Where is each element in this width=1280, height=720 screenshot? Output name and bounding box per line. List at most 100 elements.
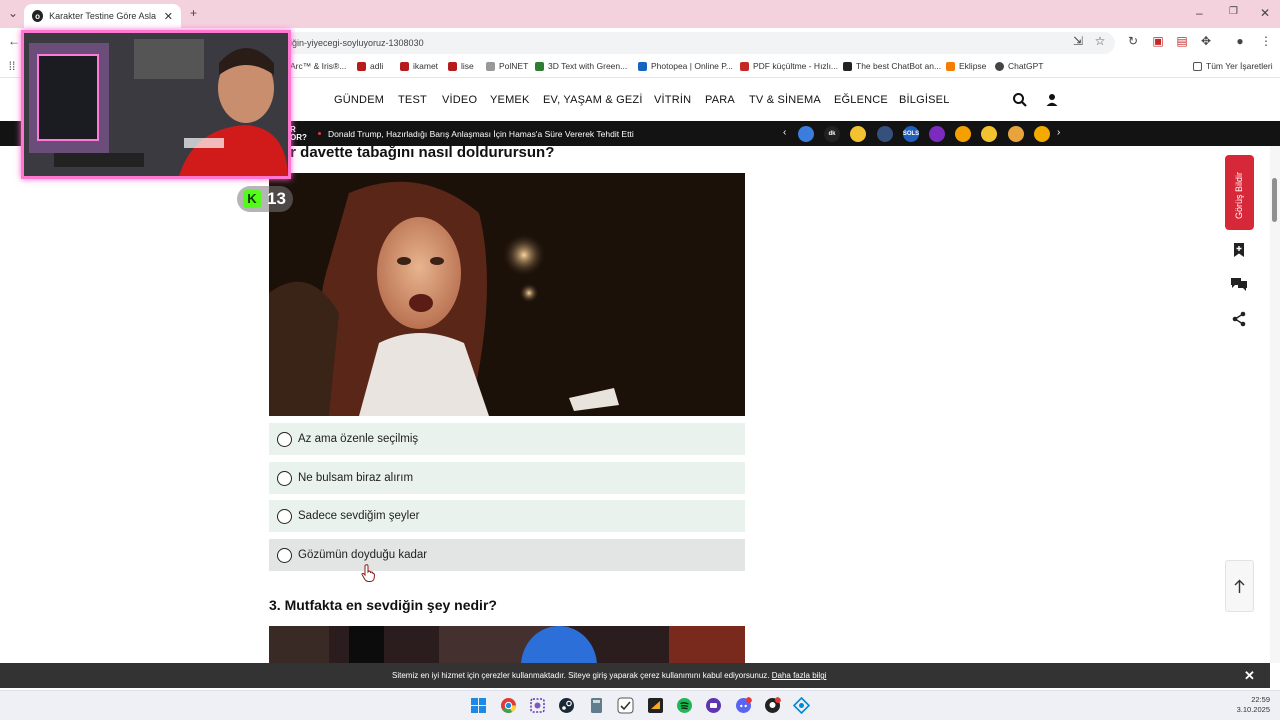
obs-icon[interactable]: [647, 697, 664, 714]
comments-icon[interactable]: [1229, 274, 1249, 294]
bookmark-add-icon[interactable]: [1229, 240, 1249, 260]
answer-option[interactable]: Gözümün doyduğu kadar: [269, 539, 745, 571]
chrome-icon[interactable]: [500, 697, 517, 714]
extensions-icon[interactable]: ✥: [1198, 34, 1214, 48]
calculator-icon[interactable]: [588, 697, 605, 714]
nav-video[interactable]: VİDEO: [442, 94, 477, 106]
windows-taskbar: 22:59 3.10.2025: [0, 690, 1280, 720]
bookmark-item[interactable]: ikamet: [400, 61, 438, 71]
bookmark-item[interactable]: adli: [357, 61, 383, 71]
back-icon[interactable]: ←: [6, 34, 22, 48]
bookmark-item[interactable]: PolNET: [486, 61, 528, 71]
site-favicon-icon: o: [32, 10, 44, 22]
streamlabs-icon[interactable]: [705, 697, 722, 714]
ticker-category-badge-icon[interactable]: [798, 126, 814, 142]
github-icon[interactable]: [764, 697, 781, 714]
nav-tv-sinema[interactable]: TV & SİNEMA: [749, 94, 821, 106]
ticker-category-badge-icon[interactable]: [981, 126, 997, 142]
question-gif-image: [269, 173, 745, 416]
nav-test[interactable]: TEST: [398, 94, 427, 106]
browser-tab-active[interactable]: o Karakter Testine Göre Asla Yiye ✕: [24, 4, 181, 28]
nav-vitrin[interactable]: VİTRİN: [654, 94, 691, 106]
question-title: 3. Mutfakta en sevdiğin şey nedir?: [269, 597, 497, 613]
bookmark-item[interactable]: The best ChatBot an...: [843, 61, 941, 71]
bookmark-item[interactable]: ChatGPT: [995, 61, 1043, 71]
ticker-category-badge-icon[interactable]: dk: [824, 126, 840, 142]
cookie-close-icon[interactable]: ✕: [1244, 668, 1255, 684]
ticker-headline[interactable]: Donald Trump, Hazırladığı Barış Anlaşmas…: [328, 129, 634, 139]
answer-option[interactable]: Az ama özenle seçilmiş: [269, 423, 745, 455]
tab-close-icon[interactable]: ✕: [164, 10, 173, 23]
apps-grid-icon[interactable]: ⁞⁞: [4, 59, 20, 73]
nav-bilgisel[interactable]: BİLGİSEL: [899, 94, 950, 106]
feedback-label: Görüş Bildir: [1234, 171, 1244, 219]
install-app-icon[interactable]: ⇲: [1070, 34, 1086, 48]
profile-icon[interactable]: ●: [1232, 34, 1248, 48]
tab-search-icon[interactable]: ⌄: [8, 6, 18, 20]
hand-cursor-icon: [361, 564, 375, 582]
viewer-count-badge: K 13: [237, 186, 293, 212]
clock-date: 3.10.2025: [1236, 705, 1270, 714]
network-app-icon[interactable]: [793, 697, 810, 714]
bookmark-item[interactable]: lise: [448, 61, 474, 71]
ticker-category-badge-icon[interactable]: [955, 126, 971, 142]
bookmark-item[interactable]: Arc™ & Iris®...: [290, 61, 346, 71]
ticker-next-icon[interactable]: ›: [1057, 127, 1060, 138]
nav-ev-yasam-gezi[interactable]: EV, YAŞAM & GEZİ: [543, 94, 643, 106]
ticker-category-badge-icon[interactable]: [877, 126, 893, 142]
radio-button[interactable]: [277, 547, 292, 563]
nav-gundem[interactable]: GÜNDEM: [334, 94, 384, 106]
scrollbar-thumb[interactable]: [1272, 178, 1277, 222]
bookmark-star-icon[interactable]: ☆: [1092, 34, 1108, 48]
search-icon[interactable]: [1011, 91, 1029, 109]
user-icon[interactable]: [1043, 91, 1061, 109]
answer-option[interactable]: Ne bulsam biraz alırım: [269, 462, 745, 494]
answer-option[interactable]: Sadece sevdiğim şeyler: [269, 500, 745, 532]
spotify-icon[interactable]: [676, 697, 693, 714]
steam-icon[interactable]: [558, 697, 575, 714]
extension-reload-icon[interactable]: ↻: [1125, 34, 1141, 48]
bookmark-item[interactable]: Photopea | Online P...: [638, 61, 733, 71]
cookie-more-info-link[interactable]: Daha fazla bilgi: [772, 671, 827, 680]
nvidia-app-icon[interactable]: [617, 697, 634, 714]
share-icon[interactable]: [1229, 309, 1249, 329]
page-scrollbar[interactable]: [1270, 146, 1280, 663]
cookie-consent-bar: Sitemiz en iyi hizmet için çerezler kull…: [0, 663, 1270, 688]
minimize-icon[interactable]: –: [1196, 6, 1203, 20]
all-bookmarks-folder[interactable]: Tüm Yer İşaretleri: [1193, 61, 1273, 71]
viewer-count: 13: [267, 189, 286, 208]
answer-option-label: Sadece sevdiğim şeyler: [298, 510, 420, 522]
scroll-to-top-button[interactable]: [1225, 560, 1254, 612]
browser-menu-icon[interactable]: ⋮: [1258, 34, 1274, 48]
nav-eglence[interactable]: EĞLENCE: [834, 94, 888, 106]
question-title: ir davette tabağını nasıl doldurursun?: [286, 144, 555, 161]
window-close-icon[interactable]: ✕: [1260, 6, 1270, 20]
radio-button[interactable]: [277, 431, 292, 447]
bookmark-item[interactable]: Eklipse: [946, 61, 986, 71]
ticker-prev-icon[interactable]: ‹: [783, 127, 786, 138]
new-tab-icon[interactable]: +: [190, 6, 197, 20]
system-clock[interactable]: 22:59 3.10.2025: [1237, 695, 1270, 715]
ticker-category-badge-icon[interactable]: [929, 126, 945, 142]
ticker-category-badge-icon[interactable]: [1034, 126, 1050, 142]
browser-tab-strip: ⌄ o Karakter Testine Göre Asla Yiye ✕ + …: [0, 0, 1280, 28]
radio-button[interactable]: [277, 508, 292, 524]
ticker-category-badge-icon[interactable]: [850, 126, 866, 142]
snipping-tool-icon[interactable]: [529, 697, 546, 714]
bookmark-item[interactable]: PDF küçültme - Hızlı...: [740, 61, 838, 71]
nav-para[interactable]: PARA: [705, 94, 735, 106]
bookmark-item[interactable]: 3D Text with Green...: [535, 61, 627, 71]
radio-button[interactable]: [277, 470, 292, 486]
clock-time: 22:59: [1251, 695, 1270, 704]
discord-icon[interactable]: [735, 697, 752, 714]
ticker-category-badge-icon[interactable]: [1008, 126, 1024, 142]
nav-yemek[interactable]: YEMEK: [490, 94, 530, 106]
kick-logo-icon: K: [243, 190, 261, 208]
calendar-extension-icon[interactable]: ▤: [1174, 34, 1190, 48]
ticker-category-badge-icon[interactable]: SOLS: [903, 126, 919, 142]
feedback-button[interactable]: Görüş Bildir: [1225, 155, 1254, 230]
pdf-extension-icon[interactable]: ▣: [1150, 34, 1166, 48]
streamer-webcam-overlay: [21, 30, 291, 179]
maximize-icon[interactable]: ❐: [1229, 6, 1238, 17]
windows-start-icon[interactable]: [470, 697, 487, 714]
